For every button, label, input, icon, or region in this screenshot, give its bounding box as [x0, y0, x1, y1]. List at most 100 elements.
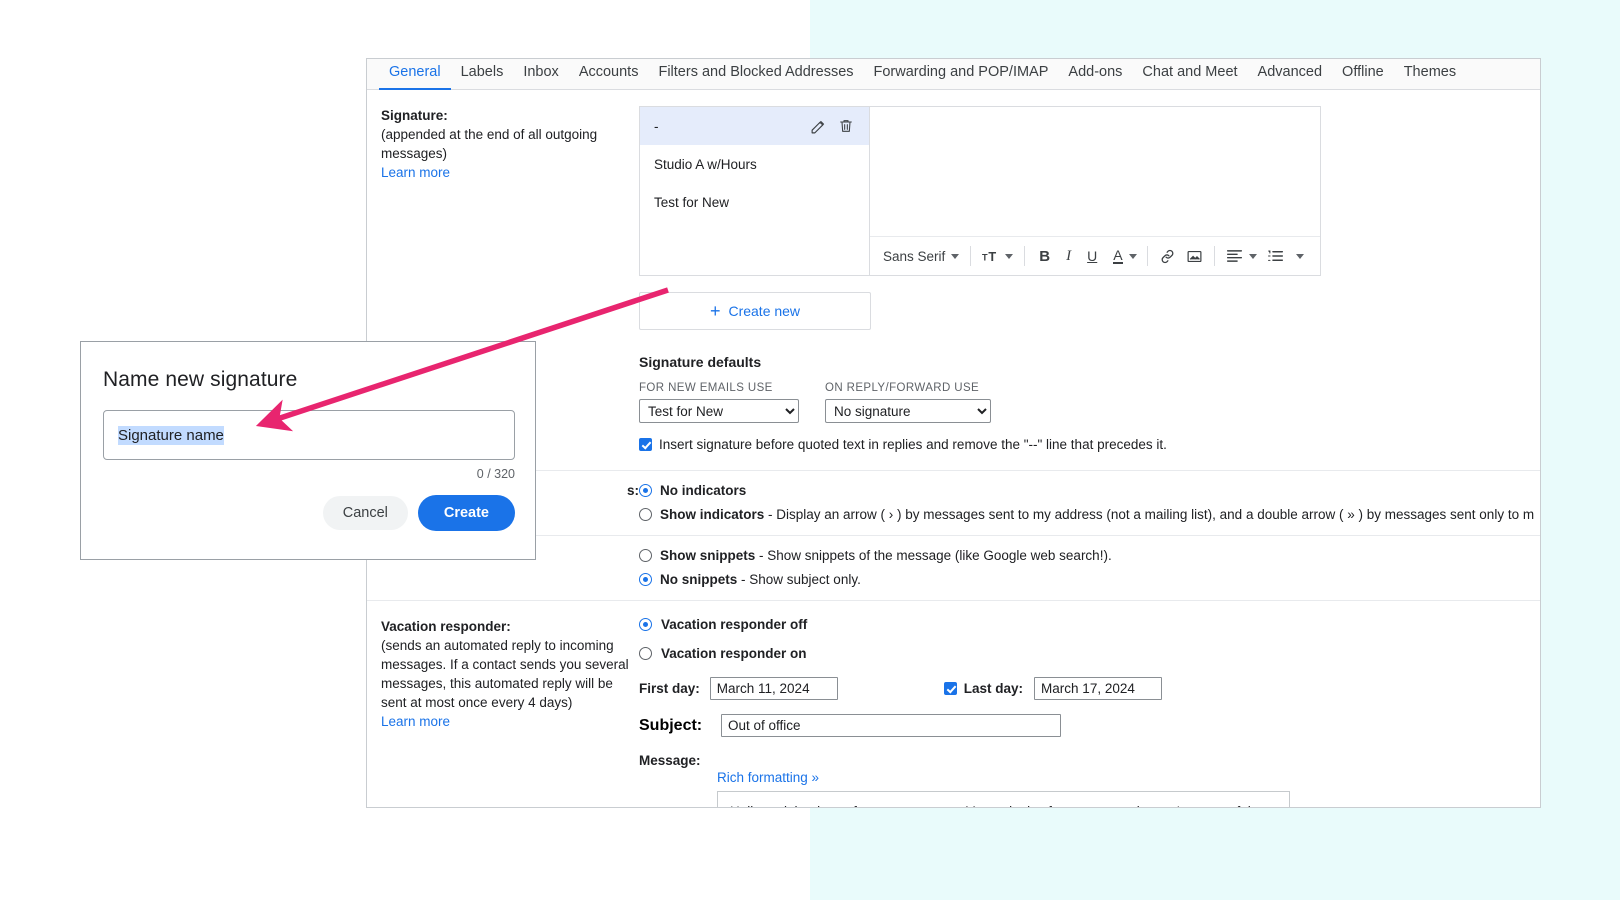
tab-label: Filters and Blocked Addresses: [658, 64, 854, 80]
tab-label: Accounts: [578, 64, 639, 80]
tab-inbox[interactable]: Inbox: [513, 59, 568, 88]
create-new-signature-button[interactable]: + Create new: [639, 292, 871, 330]
create-button[interactable]: Create: [417, 495, 515, 531]
italic-label: I: [1066, 247, 1072, 264]
dialog-title: Name new signature: [103, 368, 298, 391]
signature-defaults-title: Signature defaults: [639, 354, 762, 370]
signature-item-name: Studio A w/Hours: [654, 156, 757, 172]
chevron-down-icon: [1128, 253, 1137, 259]
signature-list-item-dash[interactable]: -: [640, 107, 869, 145]
text-color-button[interactable]: A: [1105, 243, 1140, 269]
signature-learn-more-link[interactable]: Learn more: [381, 165, 450, 180]
tab-accounts[interactable]: Accounts: [569, 59, 649, 88]
last-day-input[interactable]: [1034, 677, 1163, 700]
show-snippets-rest: - Show snippets of the message (like Goo…: [755, 548, 1112, 563]
option-no-snippets[interactable]: No snippets - Show subject only.: [639, 570, 1532, 590]
tab-filters-and-blocked-addresses[interactable]: Filters and Blocked Addresses: [648, 59, 863, 88]
option-vacation-on[interactable]: Vacation responder on: [639, 646, 1532, 661]
no-indicators-radio[interactable]: [639, 484, 652, 497]
font-family-dropdown[interactable]: Sans Serif: [878, 243, 964, 269]
show-snippets-radio[interactable]: [639, 549, 652, 562]
align-icon[interactable]: [1221, 243, 1262, 269]
chevron-down-icon: [1295, 253, 1304, 259]
chevron-down-icon: [1248, 253, 1257, 259]
option-show-indicators[interactable]: Show indicators - Display an arrow ( › )…: [639, 505, 1535, 525]
screenshot-canvas: General Labels Inbox Accounts Filters an…: [0, 0, 1620, 900]
more-options-icon[interactable]: [1289, 243, 1309, 269]
indicators-content: No indicators Show indicators - Display …: [639, 481, 1540, 525]
tab-chat-and-meet[interactable]: Chat and Meet: [1132, 59, 1247, 88]
signature-list-item-studio-a[interactable]: Studio A w/Hours: [640, 145, 869, 183]
vacation-content: Vacation responder off Vacation responde…: [639, 617, 1540, 807]
font-size-icon[interactable]: TT: [977, 243, 1018, 269]
tab-forwarding-and-pop-imap[interactable]: Forwarding and POP/IMAP: [864, 59, 1059, 88]
option-vacation-off[interactable]: Vacation responder off: [639, 617, 1532, 632]
bold-button[interactable]: B: [1031, 243, 1058, 269]
show-indicators-rest: - Display an arrow ( › ) by messages sen…: [764, 507, 1535, 522]
signature-label: Signature:: [381, 108, 448, 123]
name-new-signature-dialog: Name new signature Signature name 0 / 32…: [80, 341, 536, 560]
no-snippets-rest: - Show subject only.: [737, 572, 861, 587]
first-day-input[interactable]: [709, 677, 838, 700]
vacation-on-radio[interactable]: [639, 647, 652, 660]
last-day-checkbox[interactable]: [943, 682, 957, 695]
character-counter: 0 / 320: [476, 467, 515, 481]
toolbar-divider: [1146, 246, 1148, 266]
signature-rich-text-editor: Sans Serif TT B I U A: [869, 106, 1321, 276]
show-indicators-radio[interactable]: [639, 508, 652, 521]
vacation-off-label: Vacation responder off: [661, 617, 808, 632]
subject-input[interactable]: [721, 714, 1061, 737]
vacation-learn-more-link[interactable]: Learn more: [381, 714, 450, 729]
tab-themes[interactable]: Themes: [1394, 59, 1466, 88]
settings-body: Signature: (appended at the end of all o…: [367, 90, 1540, 807]
signature-list-item-test-for-new[interactable]: Test for New: [640, 183, 869, 221]
insert-signature-label: Insert signature before quoted text in r…: [659, 437, 1167, 452]
italic-button[interactable]: I: [1058, 243, 1079, 269]
subject-label: Subject:: [639, 716, 703, 734]
cancel-button[interactable]: Cancel: [322, 496, 408, 530]
tab-add-ons[interactable]: Add-ons: [1058, 59, 1132, 88]
option-no-indicators[interactable]: No indicators: [639, 481, 1532, 501]
rich-formatting-link[interactable]: Rich formatting »: [717, 770, 1532, 785]
signature-format-toolbar: Sans Serif TT B I U A: [870, 236, 1320, 275]
signature-name-input[interactable]: Signature name: [103, 410, 515, 460]
tab-label: Inbox: [523, 64, 559, 80]
signature-item-name: Test for New: [654, 194, 730, 210]
no-snippets-label: No snippets: [660, 572, 738, 587]
tab-label: Themes: [1403, 64, 1457, 80]
vacation-label: Vacation responder:: [381, 619, 511, 634]
create-new-label: Create new: [728, 303, 801, 319]
new-emails-select[interactable]: Test for New: [639, 399, 799, 423]
tab-offline[interactable]: Offline: [1332, 59, 1394, 88]
no-snippets-radio[interactable]: [639, 573, 652, 586]
snippets-section: Show snippets - Show snippets of the mes…: [367, 536, 1540, 601]
underline-button[interactable]: U: [1079, 243, 1105, 269]
snippets-content: Show snippets - Show snippets of the mes…: [639, 546, 1540, 590]
image-icon[interactable]: [1181, 243, 1208, 269]
link-icon[interactable]: [1154, 243, 1181, 269]
trash-icon[interactable]: [833, 113, 859, 139]
svg-text:T: T: [989, 249, 997, 264]
vacation-off-radio[interactable]: [639, 618, 652, 631]
plus-icon: +: [709, 301, 721, 321]
signature-text-area[interactable]: [870, 107, 1320, 236]
dialog-actions: Cancel Create: [103, 495, 515, 531]
option-show-snippets[interactable]: Show snippets - Show snippets of the mes…: [639, 546, 1532, 566]
svg-text:T: T: [982, 252, 988, 262]
tab-general[interactable]: General: [379, 59, 451, 90]
vacation-message-body[interactable]: Hello and thank you for your message. My…: [717, 791, 1290, 807]
bold-label: B: [1039, 247, 1051, 265]
signature-list: - Studio A w/Hours Test for New: [639, 106, 869, 276]
message-label: Message:: [639, 753, 701, 768]
pencil-icon[interactable]: [805, 113, 831, 139]
personal-level-indicators-section: s: No indicators Show indicators - Displ…: [367, 471, 1540, 536]
reply-forward-select[interactable]: No signature: [825, 399, 991, 423]
tab-advanced[interactable]: Advanced: [1248, 59, 1333, 88]
insert-signature-checkbox[interactable]: [639, 438, 652, 451]
tab-label: Advanced: [1257, 64, 1323, 80]
numbered-list-icon[interactable]: [1262, 243, 1289, 269]
tab-label: General: [389, 64, 441, 80]
vacation-description: (sends an automated reply to incoming me…: [381, 638, 629, 710]
tab-labels[interactable]: Labels: [451, 59, 514, 88]
signature-section: Signature: (appended at the end of all o…: [367, 90, 1540, 471]
